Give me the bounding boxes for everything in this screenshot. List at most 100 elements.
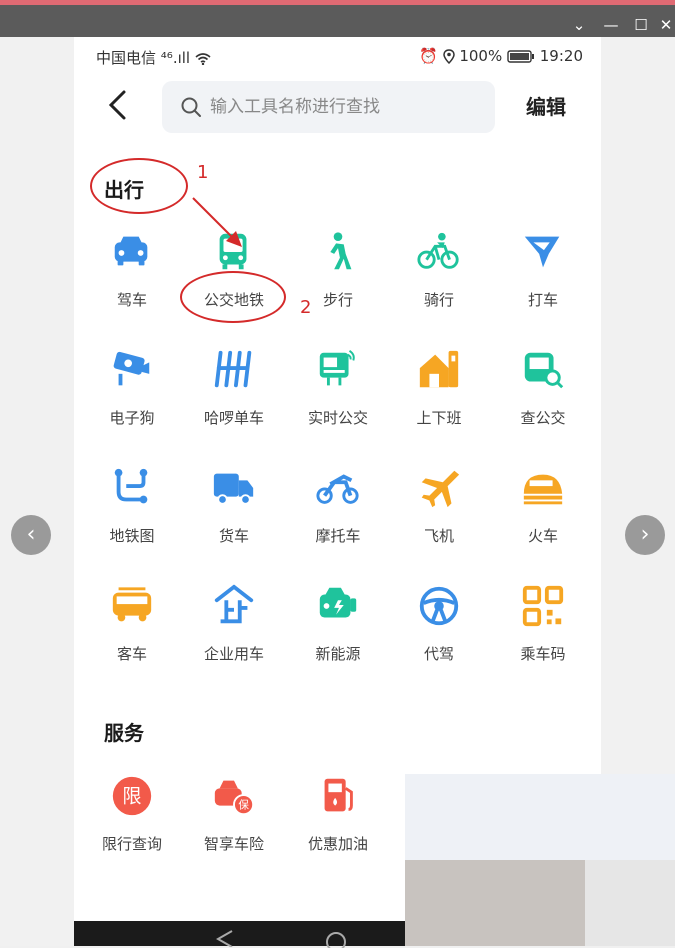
travel-tool-4[interactable]: 打车 (491, 229, 595, 329)
close-button[interactable]: ✕ (655, 14, 675, 36)
nav-back-icon[interactable] (214, 929, 236, 947)
travel-tool-16[interactable]: 企业用车 (182, 583, 286, 683)
prev-image-button[interactable]: ‹ (11, 515, 51, 555)
travel-tool-12[interactable]: 摩托车 (286, 465, 390, 565)
tool-label: 实时公交 (307, 409, 368, 427)
tool-label: 客车 (116, 645, 147, 663)
travel-tool-6[interactable]: 哈啰单车 (182, 347, 286, 447)
nav-home-icon[interactable] (324, 930, 348, 948)
search-icon (181, 97, 201, 117)
tool-label: 乘车码 (520, 645, 566, 663)
battery-percent: 100% (459, 47, 503, 65)
travel-tool-17[interactable]: 新能源 (286, 583, 390, 683)
travel-tool-13[interactable]: 飞机 (387, 465, 491, 565)
back-button[interactable] (106, 89, 136, 123)
subway-map-icon (114, 468, 148, 504)
realtime-bus-icon (319, 350, 355, 386)
tool-label: 火车 (527, 527, 558, 545)
search-row: 编辑 (74, 79, 601, 133)
battery-icon (507, 47, 540, 65)
tool-label: 摩托车 (315, 527, 361, 545)
tool-label: 查公交 (520, 409, 566, 427)
maximize-button[interactable]: ☐ (630, 14, 652, 36)
tool-label: 企业用车 (203, 645, 264, 663)
next-image-button[interactable]: › (625, 515, 665, 555)
travel-tool-5[interactable]: 电子狗 (80, 347, 184, 447)
steering-wheel-icon (419, 586, 459, 626)
tool-label: 智享车险 (203, 835, 264, 853)
chevron-down-icon[interactable]: ⌄ (568, 14, 590, 36)
service-tool-0[interactable]: 限限行查询 (80, 773, 184, 873)
car-icon (114, 236, 148, 266)
annotation-number-1: 1 (197, 162, 209, 183)
truck-icon (213, 473, 254, 505)
tool-label: 上下班 (416, 409, 462, 427)
tool-label: 新能源 (315, 645, 361, 663)
minimize-button[interactable]: — (600, 14, 622, 36)
fuel-icon (324, 778, 353, 812)
camera-icon (113, 351, 150, 386)
bike-icon (417, 232, 459, 269)
walk-icon (330, 232, 352, 270)
travel-tool-7[interactable]: 实时公交 (286, 347, 390, 447)
hellobike-icon (214, 350, 252, 388)
travel-tool-10[interactable]: 地铁图 (80, 465, 184, 565)
tool-label: 货车 (218, 527, 249, 545)
window-titlebar: ⌄ — ☐ ✕ (0, 0, 675, 37)
status-bar: 中国电信 ⁴⁶.ıll ⏰ 100% 19:20 (74, 45, 601, 69)
travel-tool-11[interactable]: 货车 (182, 465, 286, 565)
svg-text:保: 保 (238, 798, 249, 811)
tool-label: 地铁图 (109, 527, 155, 545)
edit-button[interactable]: 编辑 (526, 91, 566, 120)
wifi-icon (195, 49, 211, 67)
bus-search-icon (524, 352, 564, 389)
travel-tool-0[interactable]: 驾车 (80, 229, 184, 329)
travel-tool-9[interactable]: 查公交 (491, 347, 595, 447)
annotation-arrow-icon (192, 197, 242, 247)
coach-icon (112, 587, 152, 622)
commute-icon (419, 350, 459, 388)
travel-tool-18[interactable]: 代驾 (387, 583, 491, 683)
tool-label: 飞机 (423, 527, 454, 545)
travel-tool-3[interactable]: 骑行 (387, 229, 491, 329)
background-panel-light (585, 860, 675, 946)
travel-tool-8[interactable]: 上下班 (387, 347, 491, 447)
travel-tools-grid: 驾车 公交地铁 步行 骑行 打车 电子狗 哈啰单车 实时公交 上下班 查公交 地铁图 货车 摩托车 飞机火… (74, 229, 601, 689)
background-panel (405, 774, 675, 860)
carrier-name: 中国电信 (96, 49, 157, 67)
plane-icon (421, 470, 460, 508)
svg-text:限: 限 (122, 785, 141, 808)
tool-label: 代驾 (423, 645, 454, 663)
travel-tool-14[interactable]: 火车 (491, 465, 595, 565)
alarm-icon: ⏰ (419, 47, 438, 65)
tool-label: 优惠加油 (307, 835, 368, 853)
travel-tool-19[interactable]: 乘车码 (491, 583, 595, 683)
restriction-icon: 限 (112, 776, 152, 816)
search-input[interactable] (210, 91, 480, 123)
back-arrow-icon (108, 90, 126, 120)
annotation-ellipse-travel (90, 158, 188, 214)
insurance-icon: 保 (214, 780, 255, 816)
search-box[interactable] (162, 81, 495, 133)
train-icon (523, 474, 563, 505)
travel-tool-15[interactable]: 客车 (80, 583, 184, 683)
tool-label: 限行查询 (101, 835, 162, 853)
qr-code-icon (522, 585, 564, 627)
service-tool-1[interactable]: 保智享车险 (182, 773, 286, 873)
tool-label: 骑行 (423, 291, 454, 309)
tool-label: 电子狗 (109, 409, 155, 427)
background-panel-photo (405, 860, 585, 946)
section-title-service: 服务 (104, 721, 144, 745)
service-tool-2[interactable]: 优惠加油 (286, 773, 390, 873)
annotation-number-2: 2 (300, 297, 312, 318)
ev-icon (319, 587, 357, 618)
signal-icon: ⁴⁶.ıll (160, 49, 191, 67)
tool-label: 哈啰单车 (203, 409, 264, 427)
carrier-info: 中国电信 ⁴⁶.ıll (96, 47, 211, 68)
location-icon (442, 47, 460, 65)
enterprise-car-icon (214, 584, 254, 624)
clock-time: 19:20 (539, 47, 583, 65)
system-info: ⏰ 100% 19:20 (419, 47, 583, 65)
taxi-icon (524, 236, 560, 268)
tool-label: 打车 (527, 291, 558, 309)
